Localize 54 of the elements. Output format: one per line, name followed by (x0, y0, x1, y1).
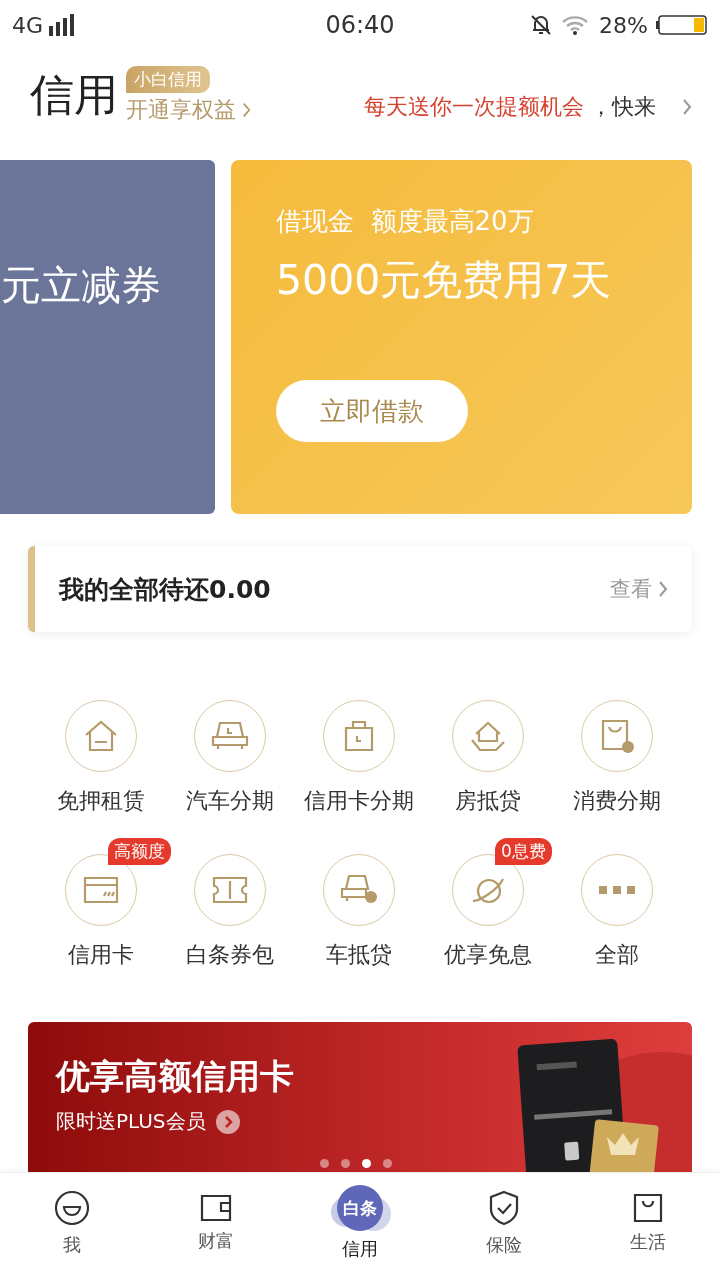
clock: 06:40 (325, 11, 395, 39)
wallet-icon (199, 1193, 233, 1223)
tab[interactable]: 保险 (432, 1173, 576, 1273)
service-label[interactable]: 信用卡分期 (303, 786, 414, 816)
service-label[interactable]: 免押租赁 (56, 786, 145, 816)
smile-icon (53, 1189, 91, 1227)
carousel-dot[interactable] (341, 1159, 350, 1168)
service-badge: 高额度 (108, 838, 171, 865)
service-label[interactable]: 白条券包 (185, 940, 274, 970)
carousel-dot[interactable] (320, 1159, 329, 1168)
service-badge: 0息费 (495, 838, 552, 865)
tab[interactable]: 生活 (576, 1173, 720, 1273)
shield-icon (487, 1189, 521, 1227)
network-type: 4G (12, 12, 44, 38)
tab-label: 信用 (342, 1237, 378, 1261)
repay-amount: 我的全部待还0.00 (59, 573, 272, 606)
banner-subtitle: 限时送PLUS会员 (56, 1108, 206, 1135)
battery-icon (656, 14, 708, 36)
chevron-right-icon (682, 97, 692, 117)
credit-badge: 小白信用 (126, 65, 210, 93)
battery-percent: 28% (599, 12, 648, 38)
service-label[interactable]: 车抵贷 (325, 940, 392, 970)
coupon-text: 元立减券 (1, 261, 161, 310)
service-label[interactable]: 汽车分期 (185, 786, 274, 816)
promo-tail[interactable]: ，快来 (590, 92, 656, 122)
service-label[interactable]: 房抵贷 (454, 786, 521, 816)
tab[interactable]: 白条 信用 (288, 1173, 432, 1273)
tab[interactable]: 我 (0, 1173, 144, 1273)
arrow-circle-icon[interactable] (215, 1109, 240, 1134)
ticket-icon (210, 875, 249, 905)
service-label[interactable]: 全部 (594, 940, 639, 970)
banner-title: 优享高额信用卡 (56, 1055, 294, 1098)
page-title: 信用 (30, 67, 118, 122)
chevron-right-icon (242, 100, 251, 119)
loan-title: 5000元免费用7天 (276, 255, 612, 306)
chevron-right-icon (658, 579, 668, 599)
repay-card[interactable]: 我的全部待还0.00 查看 (28, 546, 692, 632)
bag-icon (632, 1192, 664, 1224)
tab-label: 保险 (486, 1233, 522, 1257)
coupon-card[interactable]: 元立减券 (0, 160, 215, 514)
service-label[interactable]: 消费分期 (572, 786, 661, 816)
more-icon (598, 885, 635, 895)
tab[interactable]: 财富 (144, 1173, 288, 1273)
tab-label: 我 (63, 1233, 81, 1257)
tab-label: 生活 (630, 1230, 666, 1254)
tab-label: 财富 (198, 1229, 234, 1253)
card-icon (81, 875, 120, 905)
carousel-dot[interactable] (362, 1159, 371, 1168)
service-label[interactable]: 优享免息 (443, 940, 532, 970)
service-label[interactable]: 信用卡 (67, 940, 134, 970)
carousel-dot[interactable] (383, 1159, 392, 1168)
loan-subtitle: 借现金 额度最高20万 (276, 205, 534, 238)
promo-text[interactable]: 每天送你一次提额机会 (364, 92, 584, 122)
promo-banner[interactable]: 优享高额信用卡 限时送PLUS会员 (28, 1022, 692, 1172)
